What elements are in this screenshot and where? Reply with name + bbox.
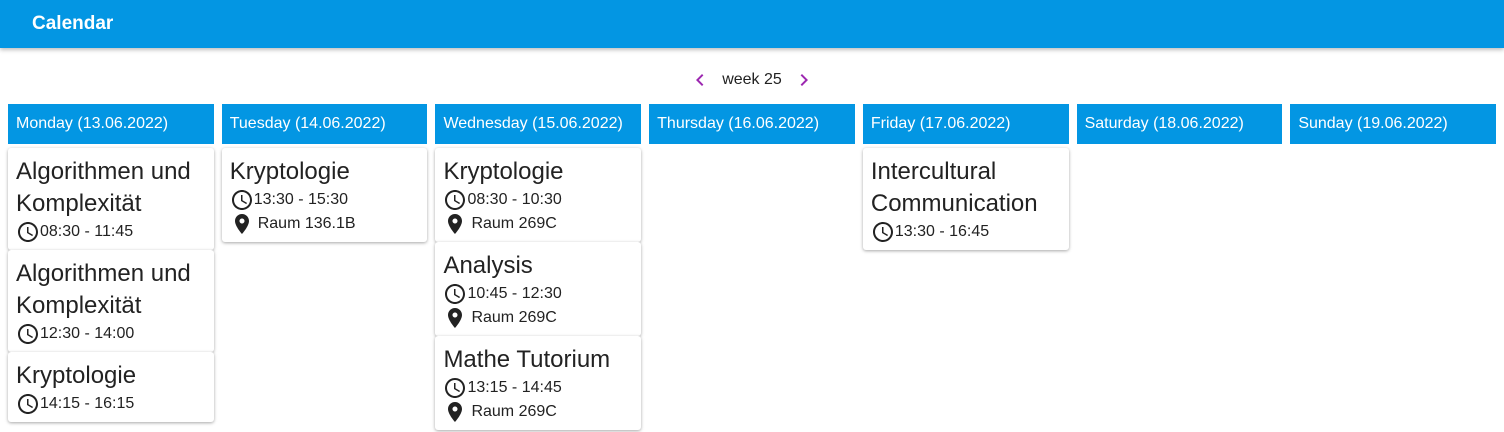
event-time-row: 12:30 - 14:00: [16, 322, 206, 346]
clock-icon: [231, 190, 252, 210]
event-time-row: 13:30 - 16:45: [871, 220, 1061, 244]
previous-week-button[interactable]: [688, 68, 712, 92]
event-card[interactable]: Analysis 10:45 - 12:30 Raum 269C: [435, 242, 642, 336]
event-location: Raum 269C: [471, 215, 557, 232]
clock-icon: [18, 324, 38, 344]
event-card[interactable]: Kryptologie 08:30 - 10:30 Raum 269C: [435, 148, 642, 242]
event-time: 12:30 - 14:00: [40, 325, 135, 342]
day-header: Saturday (18.06.2022): [1076, 104, 1283, 144]
event-time-row: 13:15 - 14:45: [443, 376, 633, 400]
day-header: Thursday (16.06.2022): [649, 104, 855, 144]
event-card[interactable]: Kryptologie 14:15 - 16:15: [8, 352, 214, 422]
location-pin-icon: [448, 214, 463, 234]
app-title: Calendar: [32, 13, 114, 34]
clock-icon: [445, 190, 466, 210]
event-location: Raum 136.1B: [257, 215, 356, 232]
event-title: Algorithmen und Komplexität: [16, 158, 191, 217]
event-title: Kryptologie: [443, 158, 564, 185]
day-header: Wednesday (15.06.2022): [435, 104, 642, 144]
event-time: 13:30 - 16:45: [894, 223, 990, 240]
event-location-row: Raum 269C: [443, 306, 633, 330]
day-column: Wednesday (15.06.2022) Kryptologie 08:30 -…: [435, 104, 642, 430]
location-pin-icon: [234, 214, 249, 234]
event-title: Analysis: [443, 252, 533, 279]
event-location-row: Raum 269C: [443, 212, 633, 236]
event-time: 10:45 - 12:30: [467, 285, 562, 302]
day-column: Sunday (19.06.2022): [1290, 104, 1497, 430]
event-time: 13:15 - 14:45: [467, 379, 562, 396]
event-location: Raum 269C: [471, 309, 557, 326]
event-title: Mathe Tutorium: [443, 346, 611, 373]
day-column: Friday (17.06.2022) Intercultural Communi…: [862, 104, 1069, 430]
event-time: 08:30 - 11:45: [40, 223, 134, 240]
event-title: Kryptologie: [229, 158, 350, 185]
event-title: Kryptologie: [16, 362, 137, 389]
day-column: Monday (13.06.2022) Algorithmen und Kompl…: [8, 104, 214, 430]
event-location-row: Raum 269C: [443, 400, 633, 424]
event-card[interactable]: Intercultural Communication 13:30 - 16:45: [862, 148, 1069, 250]
location-pin-icon: [448, 402, 463, 422]
event-location-row: Raum 136.1B: [230, 212, 420, 236]
event-time: 14:15 - 16:15: [40, 395, 135, 412]
event-time-row: 14:15 - 16:15: [16, 392, 206, 416]
day-header: Monday (13.06.2022): [8, 104, 214, 144]
clock-icon: [445, 378, 466, 398]
event-time: 08:30 - 10:30: [467, 191, 562, 208]
week-grid: Monday (13.06.2022) Algorithmen und Kompl…: [8, 104, 1497, 430]
day-header: Friday (17.06.2022): [862, 104, 1069, 144]
day-header: Sunday (19.06.2022): [1290, 104, 1497, 144]
day-header: Tuesday (14.06.2022): [221, 104, 428, 144]
clock-icon: [872, 222, 893, 242]
clock-icon: [445, 284, 466, 304]
event-time-row: 08:30 - 11:45: [16, 220, 206, 244]
event-time-row: 10:45 - 12:30: [443, 282, 633, 306]
event-location: Raum 269C: [471, 403, 557, 420]
day-column: Thursday (16.06.2022): [649, 104, 855, 430]
day-column: Saturday (18.06.2022): [1076, 104, 1283, 430]
event-time: 13:30 - 15:30: [253, 191, 349, 208]
clock-icon: [18, 394, 38, 414]
event-time-row: 08:30 - 10:30: [443, 188, 633, 212]
chevron-left-icon: [696, 74, 704, 86]
event-card[interactable]: Kryptologie 13:30 - 15:30 Raum 136.1B: [221, 148, 428, 242]
week-navigation: week 25: [0, 68, 1504, 92]
clock-icon: [18, 222, 38, 242]
chevron-right-icon: [800, 74, 808, 86]
event-card[interactable]: Mathe Tutorium 13:15 - 14:45 Raum 269C: [435, 336, 642, 430]
day-column: Tuesday (14.06.2022) Kryptologie 13:30 - 1…: [221, 104, 428, 430]
event-title: Algorithmen und Komplexität: [16, 260, 191, 319]
next-week-button[interactable]: [792, 68, 816, 92]
event-title: Intercultural Communication: [870, 158, 1038, 217]
event-card[interactable]: Algorithmen und Komplexität 12:30 - 14:00: [8, 250, 214, 352]
event-card[interactable]: Algorithmen und Komplexität 08:30 - 11:45: [8, 148, 214, 250]
event-time-row: 13:30 - 15:30: [230, 188, 420, 212]
week-label: week 25: [722, 71, 782, 88]
location-pin-icon: [448, 308, 463, 328]
app-bar: Calendar: [0, 0, 1504, 48]
